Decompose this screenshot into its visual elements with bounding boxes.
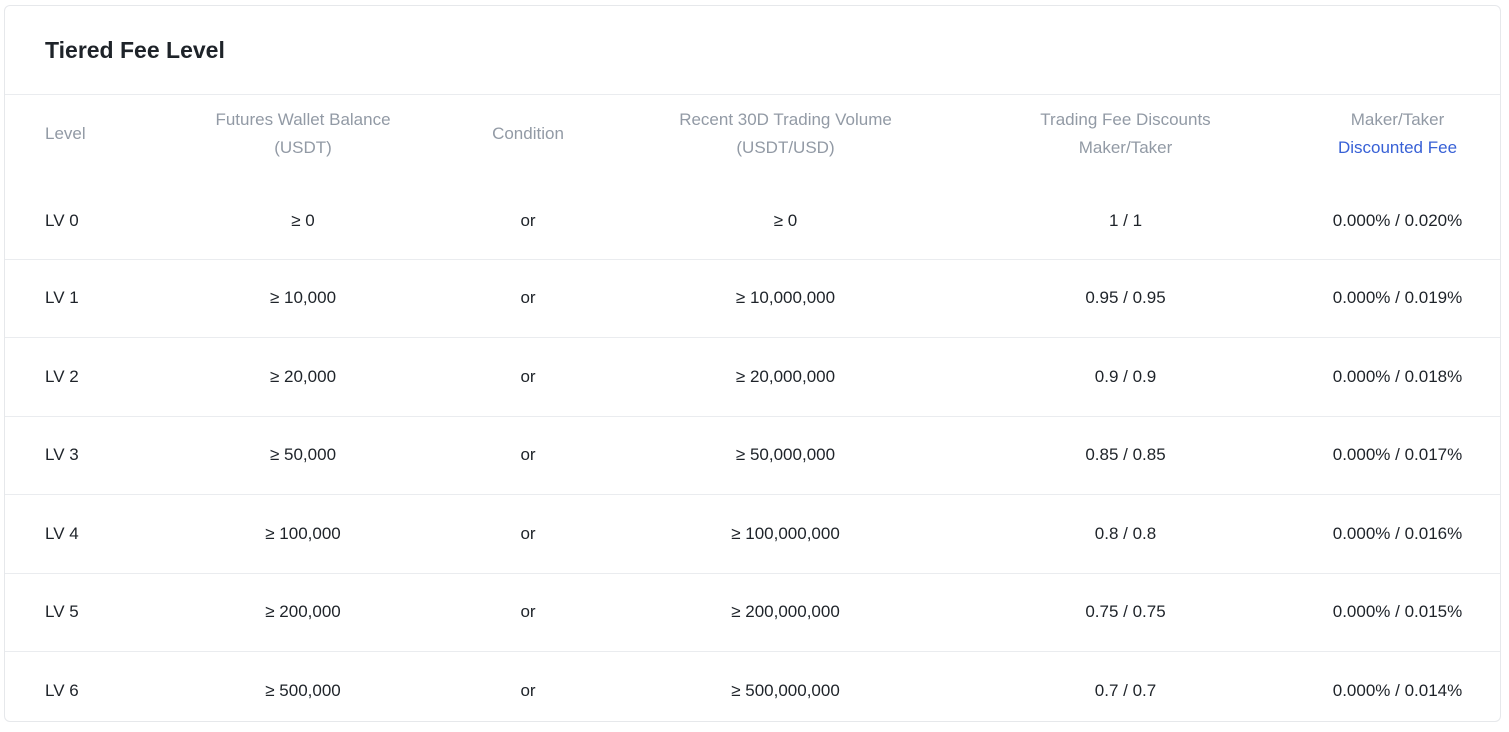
page-title: Tiered Fee Level (5, 6, 1500, 95)
table-row: LV 6 ≥ 500,000 or ≥ 500,000,000 0.7 / 0.7 0.0… (5, 652, 1500, 722)
discount-cell: 1 / 1 (1108, 210, 1143, 230)
column-header-balance: Futures Wallet Balance (USDT) (215, 110, 391, 157)
discount-cell: 0.9 / 0.9 (1094, 366, 1157, 386)
condition-cell: or (520, 210, 536, 230)
volume-cell: ≥ 500,000,000 (731, 681, 840, 700)
balance-cell: ≥ 20,000 (269, 366, 337, 386)
discount-cell: 0.7 / 0.7 (1094, 681, 1157, 700)
table-row: LV 0 ≥ 0 or ≥ 0 1 / 1 0.000% / 0.020% (5, 183, 1500, 259)
condition-cell: or (520, 366, 536, 386)
column-header-volume: Recent 30D Trading Volume (USDT/USD) (679, 110, 892, 157)
discount-cell: 0.95 / 0.95 (1085, 288, 1166, 308)
table-row: LV 2 ≥ 20,000 or ≥ 20,000,000 0.9 / 0.9 0.000… (5, 338, 1500, 416)
balance-cell: ≥ 50,000 (269, 445, 337, 465)
balance-cell: ≥ 500,000 (265, 681, 341, 700)
balance-cell: ≥ 200,000 (265, 602, 341, 622)
volume-cell: ≥ 200,000,000 (731, 602, 840, 622)
column-header-condition: Condition (492, 124, 564, 143)
volume-cell: ≥ 10,000,000 (735, 288, 836, 308)
column-header-discounted-fee: Maker/Taker Discounted Fee (1293, 95, 1500, 183)
discounted-fee-cell: 0.000% / 0.016% (1332, 523, 1463, 543)
volume-cell: ≥ 50,000,000 (735, 445, 836, 465)
discount-cell: 0.75 / 0.75 (1085, 602, 1166, 622)
level-cell: LV 3 (45, 445, 79, 465)
balance-cell: ≥ 10,000 (269, 288, 337, 308)
level-cell: LV 6 (45, 681, 79, 700)
condition-cell: or (520, 288, 536, 308)
condition-cell: or (520, 681, 536, 700)
level-cell: LV 2 (45, 366, 79, 386)
level-cell: LV 5 (45, 602, 79, 622)
condition-cell: or (520, 602, 536, 622)
discounted-fee-cell: 0.000% / 0.015% (1332, 602, 1463, 622)
table-row: LV 5 ≥ 200,000 or ≥ 200,000,000 0.75 / 0.75 0… (5, 573, 1500, 652)
balance-cell: ≥ 100,000 (265, 523, 341, 543)
condition-cell: or (520, 445, 536, 465)
column-header-level: Level (45, 124, 86, 143)
discounted-fee-cell: 0.000% / 0.019% (1332, 288, 1463, 308)
table-row: LV 1 ≥ 10,000 or ≥ 10,000,000 0.95 / 0.95 0.0… (5, 259, 1500, 338)
discount-cell: 0.85 / 0.85 (1085, 445, 1166, 465)
tiered-fee-card: Tiered Fee Level Level Futures Wallet Ba… (4, 5, 1501, 722)
discounted-fee-cell: 0.000% / 0.014% (1332, 681, 1463, 700)
level-cell: LV 0 (45, 210, 79, 230)
discounted-fee-cell: 0.000% / 0.017% (1332, 445, 1463, 465)
fee-tier-table: Level Futures Wallet Balance (USDT) Cond… (5, 95, 1500, 722)
discount-cell: 0.8 / 0.8 (1094, 523, 1157, 543)
volume-cell: ≥ 20,000,000 (735, 366, 836, 386)
table-row: LV 3 ≥ 50,000 or ≥ 50,000,000 0.85 / 0.85 0.0… (5, 416, 1500, 495)
discounted-fee-cell: 0.000% / 0.020% (1332, 210, 1463, 230)
column-header-discounts: Trading Fee Discounts Maker/Taker (1040, 110, 1211, 157)
level-cell: LV 1 (45, 288, 79, 308)
table-row: LV 4 ≥ 100,000 or ≥ 100,000,000 0.8 / 0.8 0.0… (5, 495, 1500, 573)
discounted-fee-link[interactable]: Discounted Fee (1294, 134, 1500, 162)
balance-cell: ≥ 0 (291, 210, 315, 230)
condition-cell: or (520, 523, 536, 543)
volume-cell: ≥ 0 (773, 210, 798, 230)
volume-cell: ≥ 100,000,000 (731, 523, 840, 543)
level-cell: LV 4 (45, 523, 79, 543)
discounted-fee-cell: 0.000% / 0.018% (1332, 366, 1463, 386)
table-header-row: Level Futures Wallet Balance (USDT) Cond… (5, 95, 1500, 183)
